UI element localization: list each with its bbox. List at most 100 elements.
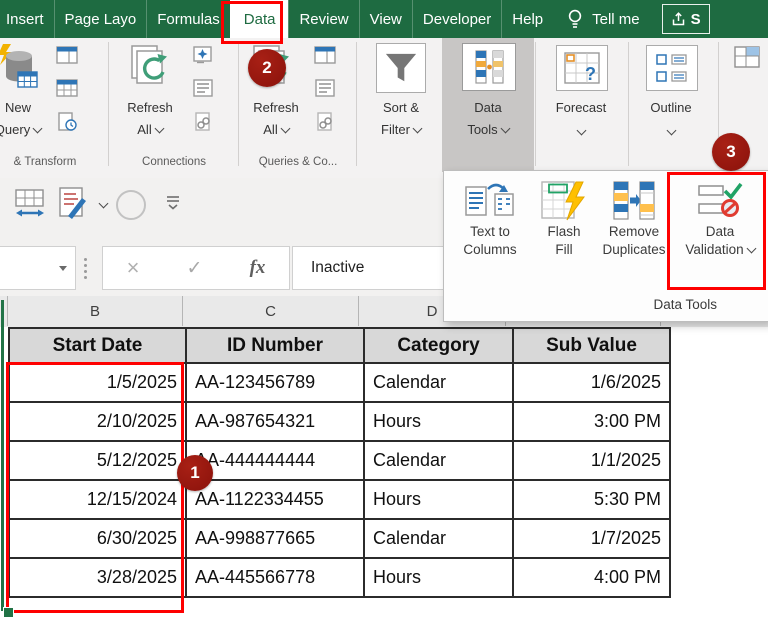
refresh-all-label-2[interactable]: All — [242, 122, 310, 137]
new-query-icon[interactable] — [0, 44, 40, 99]
remove-duplicates-button[interactable]: RemoveDuplicates — [592, 179, 676, 259]
edit-links-icon[interactable] — [192, 112, 214, 137]
column-header-c[interactable]: C — [183, 296, 359, 326]
column-header-b[interactable]: B — [8, 296, 183, 326]
cell-sub-value[interactable]: 4:00 PM — [513, 558, 670, 597]
header-start-date[interactable]: Start Date — [9, 328, 186, 363]
share-icon — [671, 11, 686, 27]
data-analysis-icon[interactable] — [734, 46, 764, 75]
tell-me-label: Tell me — [592, 11, 640, 28]
list-icon[interactable] — [314, 79, 336, 102]
autofit-column-icon[interactable] — [14, 188, 46, 223]
flyout-group-label: Data Tools — [653, 297, 717, 312]
cell-id-number[interactable]: AA-1122334455 — [186, 480, 364, 519]
new-query-label-2[interactable]: Query — [0, 122, 50, 137]
name-box[interactable] — [0, 246, 76, 290]
cell-category[interactable]: Calendar — [364, 363, 513, 402]
text-to-columns-button[interactable]: Text toColumns — [448, 179, 532, 259]
tab-formulas[interactable]: Formulas — [146, 0, 230, 38]
table-header-row: Start Date ID Number Category Sub Value — [9, 328, 670, 363]
fill-handle[interactable] — [3, 607, 14, 618]
enter-icon[interactable]: ✓ — [187, 257, 203, 280]
header-sub-value[interactable]: Sub Value — [513, 328, 670, 363]
name-box-dropdown-icon[interactable] — [59, 266, 67, 271]
forecast-chevron — [538, 124, 624, 139]
cell-sub-value[interactable]: 1/7/2025 — [513, 519, 670, 558]
sort-filter-label-1: Sort & — [362, 100, 440, 115]
cell-id-number[interactable]: AA-123456789 — [186, 363, 364, 402]
from-table-icon[interactable] — [56, 79, 78, 102]
ribbon: New Query & Transform Refresh All Con — [0, 38, 768, 179]
sort-filter-button[interactable]: Sort & Filter — [362, 38, 440, 178]
tab-review[interactable]: Review — [288, 0, 358, 38]
insert-function-icon[interactable]: fx — [250, 257, 266, 279]
forecast-icon: ? — [556, 45, 608, 91]
cell-sub-value[interactable]: 1/6/2025 — [513, 363, 670, 402]
tab-insert[interactable]: Insert — [0, 0, 54, 38]
formula-bar-buttons: × ✓ fx — [102, 246, 290, 290]
forecast-label: Forecast — [538, 100, 624, 115]
excel-window: Insert Page Layo Formulas Data Review Vi… — [0, 0, 768, 623]
annotation-badge-1: 1 — [177, 455, 213, 491]
remove-duplicates-icon — [592, 179, 676, 223]
refresh-all-icon[interactable] — [126, 44, 174, 99]
annotation-box-data-tab — [221, 1, 283, 44]
annotation-badge-3: 3 — [712, 133, 750, 171]
cell-category[interactable]: Calendar — [364, 441, 513, 480]
ribbon-tab-bar: Insert Page Layo Formulas Data Review Vi… — [0, 0, 768, 38]
header-id-number[interactable]: ID Number — [186, 328, 364, 363]
cell-sub-value[interactable]: 1/1/2025 — [513, 441, 670, 480]
new-query-label-1[interactable]: New — [0, 100, 50, 115]
annotation-box-data-validation — [667, 172, 766, 290]
text-to-columns-icon — [448, 179, 532, 223]
cell-category[interactable]: Hours — [364, 558, 513, 597]
group-label-queries: Queries & Co... — [242, 156, 354, 168]
refresh-all-label-1[interactable]: Refresh — [112, 100, 188, 115]
disabled-circle-icon — [116, 190, 146, 220]
link-page-icon[interactable] — [314, 112, 336, 137]
group-label-get-transform: & Transform — [0, 156, 104, 168]
share-button[interactable]: S — [662, 4, 710, 34]
recent-sources-icon[interactable] — [56, 112, 78, 137]
tab-help[interactable]: Help — [501, 0, 553, 38]
tell-me[interactable]: Tell me — [567, 0, 640, 38]
cell-category[interactable]: Calendar — [364, 519, 513, 558]
group-label-connections: Connections — [112, 156, 236, 168]
refresh-all-label-1[interactable]: Refresh — [242, 100, 310, 115]
outline-button[interactable]: Outline — [628, 38, 714, 178]
outline-chevron — [628, 124, 714, 139]
edit-form-icon[interactable] — [56, 186, 90, 225]
outline-icon — [646, 45, 698, 91]
cell-id-number[interactable]: AA-987654321 — [186, 402, 364, 441]
queries-pane-icon[interactable] — [56, 46, 78, 69]
header-category[interactable]: Category — [364, 328, 513, 363]
group-separator — [108, 42, 109, 166]
chevron-down-icon[interactable] — [99, 199, 109, 209]
cancel-icon[interactable]: × — [127, 257, 140, 279]
workbook-connections-icon[interactable] — [192, 79, 214, 102]
annotation-badge-2: 2 — [248, 49, 286, 87]
formula-bar-handle[interactable] — [84, 258, 87, 279]
refresh-all-label-2[interactable]: All — [112, 122, 188, 137]
share-label: S — [691, 11, 701, 28]
tab-page-layout[interactable]: Page Layo — [54, 0, 147, 38]
cell-sub-value[interactable]: 3:00 PM — [513, 402, 670, 441]
cell-category[interactable]: Hours — [364, 480, 513, 519]
properties-icon[interactable] — [192, 46, 214, 69]
group-get-transform: New Query & Transform — [0, 38, 104, 178]
cell-sub-value[interactable]: 5:30 PM — [513, 480, 670, 519]
data-tools-label-1: Data — [442, 100, 534, 115]
tab-view[interactable]: View — [359, 0, 412, 38]
filter-funnel-icon — [376, 43, 426, 93]
tab-developer[interactable]: Developer — [412, 0, 501, 38]
cell-id-number[interactable]: AA-445566778 — [186, 558, 364, 597]
data-tools-button[interactable]: Data Tools — [442, 38, 534, 172]
group-separator — [238, 42, 239, 166]
forecast-button[interactable]: ? Forecast — [538, 38, 624, 178]
queries-pane-icon[interactable] — [314, 46, 336, 69]
cell-id-number[interactable]: AA-998877665 — [186, 519, 364, 558]
qat-customize-icon[interactable] — [166, 194, 180, 215]
lightbulb-icon — [567, 8, 583, 30]
svg-text:?: ? — [585, 64, 596, 84]
cell-category[interactable]: Hours — [364, 402, 513, 441]
